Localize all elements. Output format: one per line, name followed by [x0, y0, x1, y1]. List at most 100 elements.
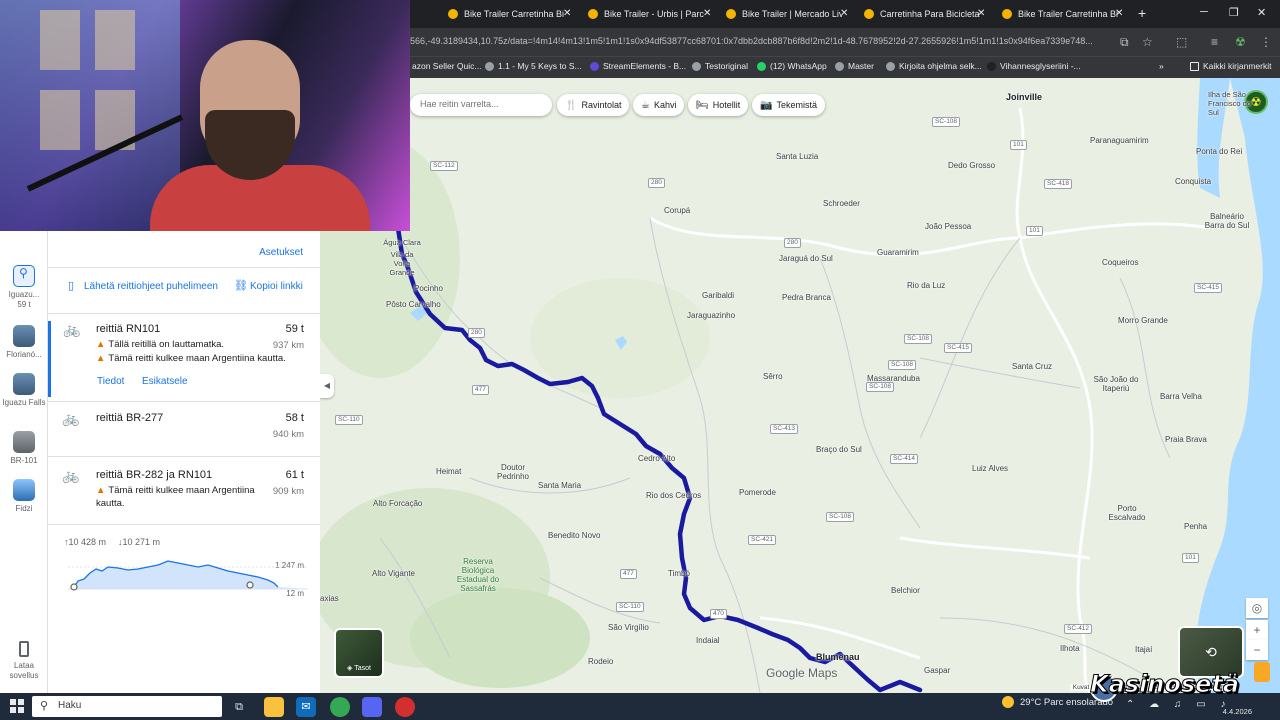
tab-close-icon[interactable]: ✕: [840, 8, 848, 19]
place-label[interactable]: Corupá: [664, 206, 690, 215]
place-label[interactable]: Pôsto Carvalho: [386, 300, 441, 309]
browser-tab[interactable]: Bike Trailer | Mercado Livr: [726, 4, 842, 24]
close-window-icon[interactable]: ✕: [1257, 6, 1266, 19]
media-controls-icon[interactable]: ≡: [1211, 35, 1218, 49]
bookmark-item[interactable]: azon Seller Quic...: [412, 61, 481, 71]
place-label[interactable]: Benedito Novo: [548, 531, 600, 540]
place-label[interactable]: Praia Brava: [1165, 435, 1207, 444]
zoom-out-button[interactable]: −: [1246, 640, 1268, 660]
new-tab-button[interactable]: +: [1138, 5, 1146, 21]
profile-icon[interactable]: ☢: [1235, 35, 1246, 49]
place-label[interactable]: Rodeio: [588, 657, 613, 666]
place-label[interactable]: Água Clara: [382, 238, 422, 247]
place-label[interactable]: Barra Velha: [1160, 392, 1202, 401]
all-bookmarks-folder[interactable]: Kaikki kirjanmerkit: [1190, 61, 1272, 71]
route-preview-button[interactable]: Esikatsele: [142, 376, 188, 387]
file-explorer-icon[interactable]: [264, 697, 284, 717]
place-label[interactable]: Reserva Biológica Estadual do Sassafrás: [448, 557, 508, 593]
bookmark-item[interactable]: Master: [835, 61, 874, 71]
place-label[interactable]: Pedra Branca: [782, 293, 831, 302]
place-label[interactable]: Alto Vigante: [372, 569, 415, 578]
place-label[interactable]: Garibaldi: [702, 291, 734, 300]
place-label[interactable]: Alto Forcação: [373, 499, 422, 508]
place-label[interactable]: Conquista: [1175, 177, 1211, 186]
pegman-icon[interactable]: [1254, 662, 1270, 682]
tab-close-icon[interactable]: ✕: [977, 8, 985, 19]
place-label[interactable]: Braço do Sul: [816, 445, 862, 454]
route-option[interactable]: 🚲 reittiä BR-277 58 t 940 km: [48, 410, 320, 460]
place-label[interactable]: Ilha de São Francisco do Sul: [1208, 90, 1260, 117]
minimize-icon[interactable]: ─: [1200, 6, 1208, 18]
place-label[interactable]: Doutor Pedrinho: [488, 463, 538, 481]
menu-icon[interactable]: ⋮: [1260, 35, 1272, 49]
bookmark-item[interactable]: 1.1 - My 5 Keys to S...: [485, 61, 582, 71]
map-canvas[interactable]: Hae reitin varrelta... 🍴 Ravintolat ☕ Kahv…: [320, 78, 1280, 693]
place-label[interactable]: Penha: [1184, 522, 1207, 531]
place-label[interactable]: Itajaí: [1135, 645, 1152, 654]
taskbar-search[interactable]: ⚲ Haku: [32, 696, 222, 717]
place-label[interactable]: Gaspar: [924, 666, 950, 675]
place-label[interactable]: Morro Grande: [1118, 316, 1168, 325]
settings-button[interactable]: Asetukset: [259, 247, 303, 258]
place-label[interactable]: Cedro Alto: [638, 454, 675, 463]
place-label[interactable]: Rio da Luz: [907, 281, 945, 290]
search-along-route-input[interactable]: Hae reitin varrelta...: [410, 94, 552, 116]
extensions-icon[interactable]: ⬚: [1176, 35, 1187, 49]
bookmark-item[interactable]: (12) WhatsApp: [757, 61, 827, 71]
bookmark-item[interactable]: Testoriginal: [692, 61, 748, 71]
rail-item-iguazu-route[interactable]: Iguazu...59 t: [0, 265, 48, 310]
bookmark-item[interactable]: Vihannesglyseriini -...: [987, 61, 1081, 71]
place-label[interactable]: Blumenau: [816, 652, 860, 662]
rail-item-br101[interactable]: BR-101: [0, 431, 48, 466]
place-label[interactable]: Santa Cruz: [1012, 362, 1052, 371]
rail-item-florianopolis[interactable]: Florianó...: [0, 325, 48, 360]
bookmark-star-icon[interactable]: ☆: [1142, 35, 1153, 49]
place-label[interactable]: São Virgílio: [608, 623, 649, 632]
route-option[interactable]: 🚲 reittiä BR-282 ja RN101 61 t 909 km ▲ T…: [48, 467, 320, 521]
place-label[interactable]: Jaraguazinho: [687, 311, 735, 320]
place-label[interactable]: Pomerode: [739, 488, 776, 497]
place-label[interactable]: Pocinho: [414, 284, 443, 293]
place-label[interactable]: Porto Escalvado: [1102, 504, 1152, 522]
place-label[interactable]: Ponta do Rei: [1196, 147, 1242, 156]
bookmark-item[interactable]: StreamElements - B...: [590, 61, 686, 71]
browser-tab[interactable]: Bike Trailer Carretinha Bic: [448, 4, 564, 24]
rail-item-iguazu-falls[interactable]: Iguazu Falls: [0, 373, 48, 408]
outlook-icon[interactable]: ✉: [296, 697, 316, 717]
install-app-icon[interactable]: ⧉: [1120, 35, 1129, 50]
chip-coffee[interactable]: ☕ Kahvi: [633, 94, 685, 116]
download-app-button[interactable]: Lataa sovellus: [0, 641, 48, 681]
chip-restaurants[interactable]: 🍴 Ravintolat: [557, 94, 630, 116]
taskbar-date[interactable]: 4.4.2026: [1223, 707, 1252, 716]
place-label[interactable]: Indaial: [696, 636, 720, 645]
place-label[interactable]: Joinville: [1006, 92, 1042, 102]
system-tray[interactable]: ⌃ ☁ ♫ ▭ ♪: [1126, 699, 1231, 710]
place-label[interactable]: Belchior: [891, 586, 920, 595]
route-option-selected[interactable]: 🚲 reittiä RN101 59 t 937 km ▲ Tällä reiti…: [48, 321, 320, 397]
maximize-icon[interactable]: ❐: [1229, 6, 1239, 19]
place-label[interactable]: Jaraguá do Sul: [779, 254, 833, 263]
place-label[interactable]: Heimat: [436, 467, 461, 476]
discord-icon[interactable]: [362, 697, 382, 717]
chrome-icon[interactable]: [330, 697, 350, 717]
tab-close-icon[interactable]: ✕: [1115, 8, 1123, 19]
place-label[interactable]: Balneário Barra do Sul: [1200, 212, 1254, 230]
rail-item-fidzi[interactable]: Fidzi: [0, 479, 48, 514]
collapse-panel-button[interactable]: ◀: [320, 374, 334, 398]
tab-close-icon[interactable]: ✕: [563, 8, 571, 19]
place-label[interactable]: Dedo Grosso: [948, 161, 995, 170]
chip-hotels[interactable]: 🛏 Hotellit: [688, 94, 749, 116]
place-label[interactable]: Rio dos Cedros: [646, 491, 701, 500]
place-label[interactable]: Santa Maria: [538, 481, 581, 490]
bookmarks-overflow-icon[interactable]: »: [1159, 61, 1164, 71]
tab-close-icon[interactable]: ✕: [703, 8, 711, 19]
task-view-icon[interactable]: ⧉: [229, 697, 249, 717]
place-label[interactable]: Vila da Volta Grande: [382, 250, 422, 277]
place-label[interactable]: axias: [320, 594, 339, 603]
browser-tab[interactable]: Bike Trailer - Urbis | Parce: [588, 4, 704, 24]
bookmark-item[interactable]: Kirjoita ohjelma selk...: [886, 61, 982, 71]
place-label[interactable]: Luiz Alves: [972, 464, 1008, 473]
browser-tab[interactable]: Carretinha Para Bicicleta: [864, 4, 980, 24]
place-label[interactable]: Coqueiros: [1102, 258, 1138, 267]
place-label[interactable]: João Pessoa: [925, 222, 971, 231]
